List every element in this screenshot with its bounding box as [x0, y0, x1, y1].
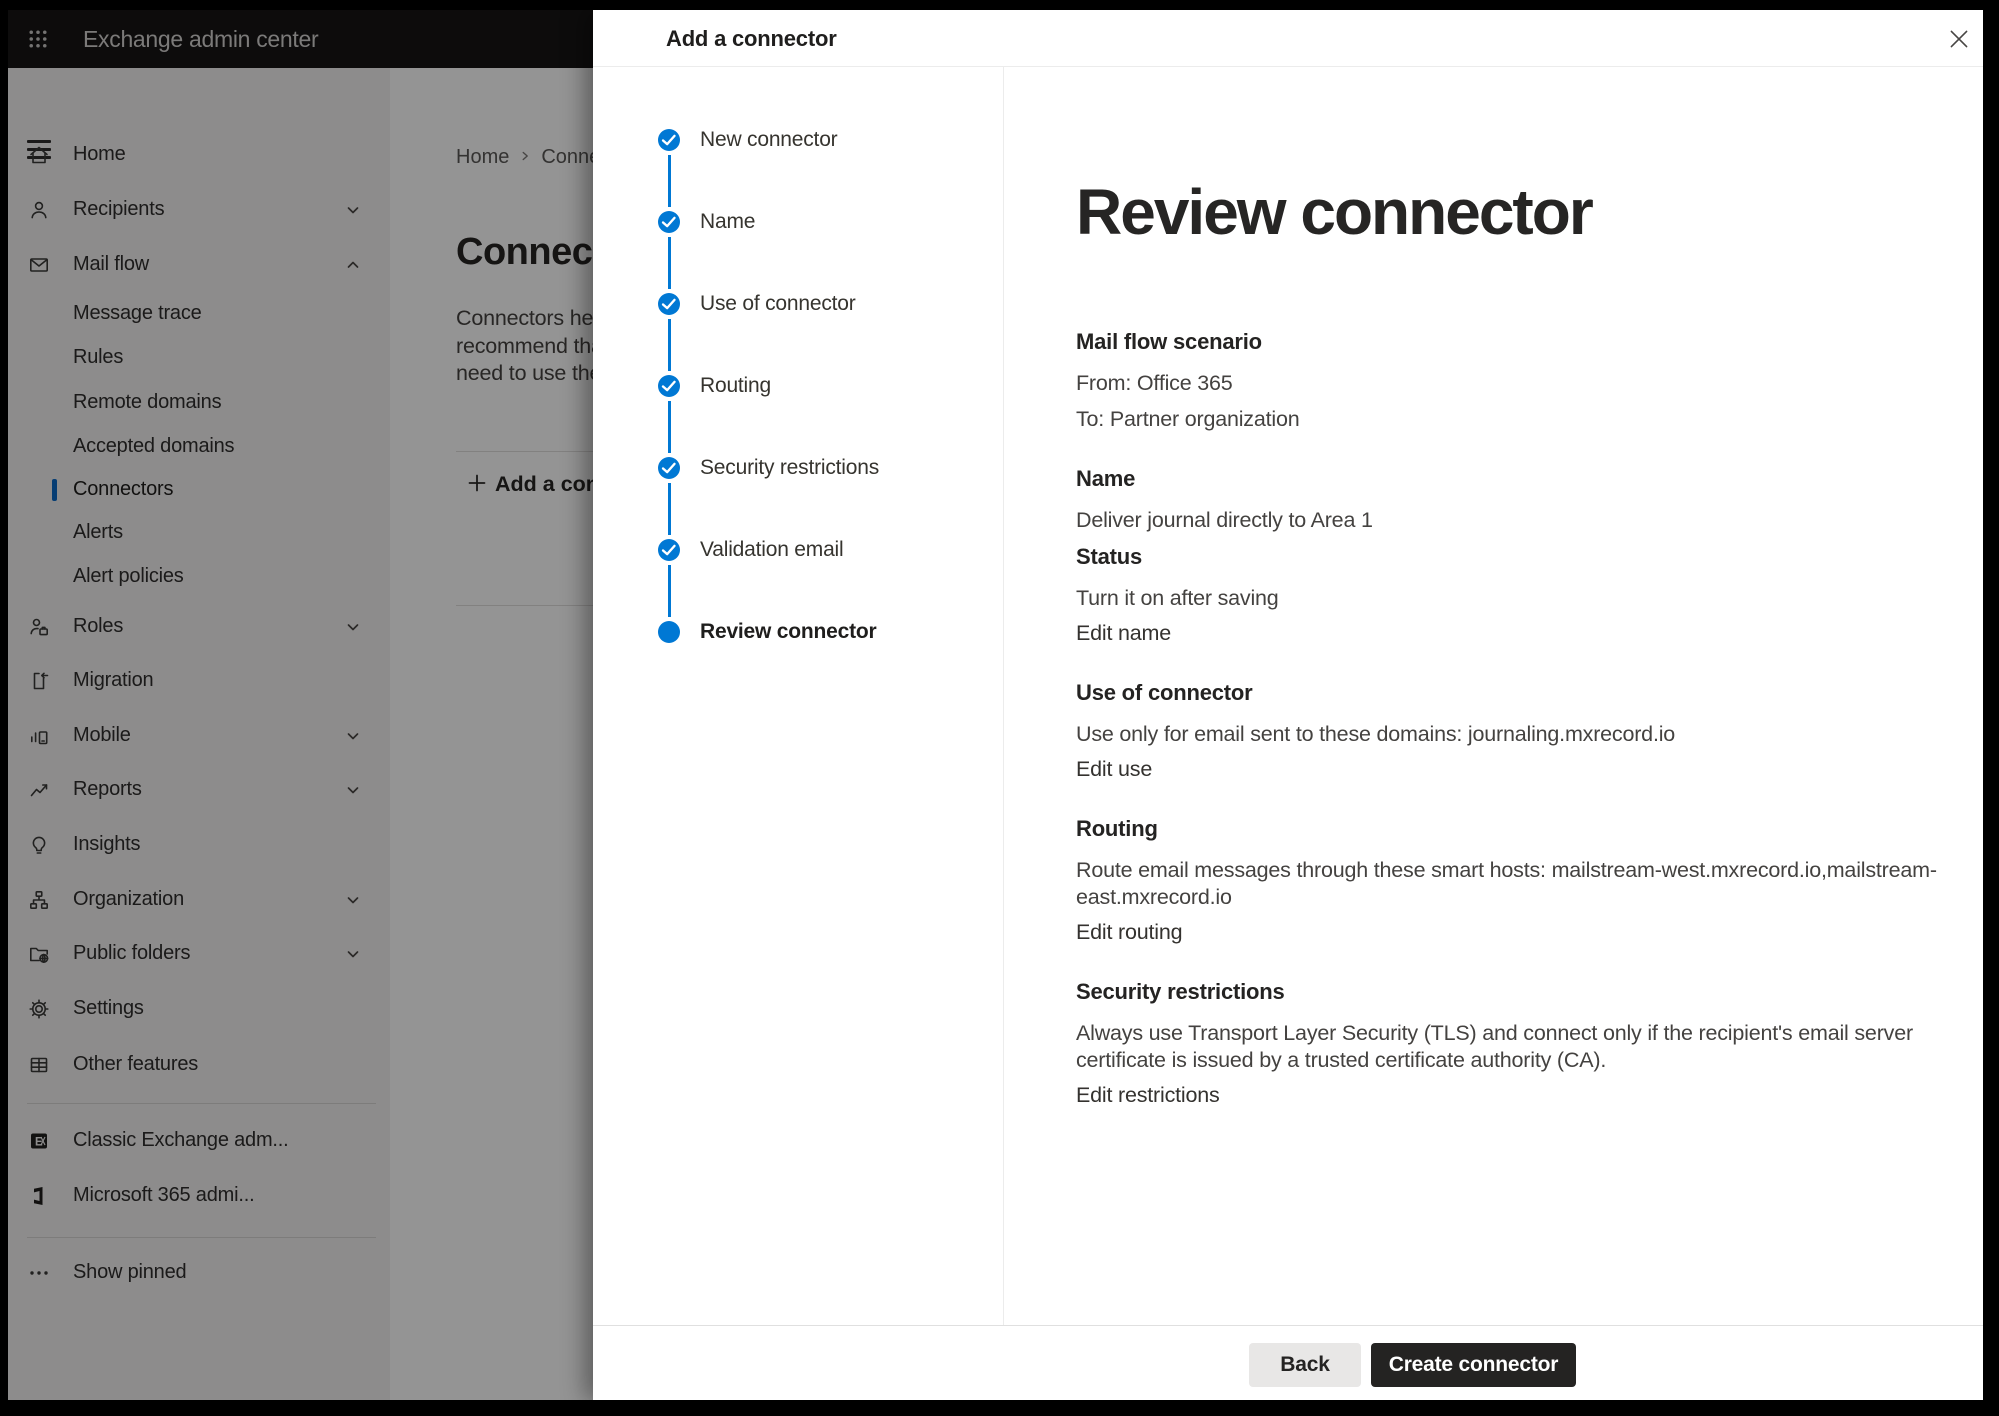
review-text: Route email messages through these smart… — [1076, 857, 1941, 911]
step-check-icon — [658, 293, 680, 315]
add-connector-dialog: Add a connector New connector Name Use of … — [593, 10, 1983, 1400]
create-connector-button[interactable]: Create connector — [1371, 1343, 1576, 1387]
back-button[interactable]: Back — [1249, 1343, 1361, 1387]
review-text: Always use Transport Layer Security (TLS… — [1076, 1020, 1941, 1074]
review-section-heading: Name — [1076, 465, 1941, 492]
review-pane: Review connector Mail flow scenario From:… — [1004, 67, 1983, 1325]
dialog-title: Add a connector — [666, 10, 837, 67]
step-label-routing: Routing — [700, 373, 771, 399]
step-check-icon — [658, 457, 680, 479]
review-section-heading: Use of connector — [1076, 679, 1941, 706]
step-check-icon — [658, 539, 680, 561]
review-text: From: Office 365 — [1076, 370, 1941, 397]
review-text: To: Partner organization — [1076, 406, 1941, 433]
review-section-heading: Security restrictions — [1076, 978, 1941, 1005]
review-text: Deliver journal directly to Area 1 — [1076, 507, 1941, 534]
step-connector-line — [668, 483, 671, 535]
step-connector-line — [668, 155, 671, 207]
edit-use-link[interactable]: Edit use — [1076, 756, 1152, 783]
step-check-icon — [658, 211, 680, 233]
modal-dim-overlay — [8, 10, 593, 1400]
edit-routing-link[interactable]: Edit routing — [1076, 919, 1182, 946]
close-icon[interactable] — [1945, 25, 1973, 53]
step-current-dot-icon — [658, 621, 680, 643]
wizard-steps-nav: New connector Name Use of connector Routing… — [593, 67, 1004, 1325]
step-label-validation-email: Validation email — [700, 537, 844, 563]
step-connector-line — [668, 237, 671, 289]
dialog-header: Add a connector — [593, 10, 1983, 67]
screenshot-frame: Exchange admin center HomeRecipientsMail… — [0, 0, 1999, 1416]
step-connector-line — [668, 401, 671, 453]
edit-name-link[interactable]: Edit name — [1076, 620, 1171, 647]
step-label-name: Name — [700, 209, 755, 235]
step-label-new-connector: New connector — [700, 127, 837, 153]
review-heading: Review connector — [1076, 182, 1983, 242]
review-section-heading: Routing — [1076, 815, 1941, 842]
dialog-footer: Back Create connector — [593, 1325, 1983, 1400]
review-text: Turn it on after saving — [1076, 585, 1941, 612]
edit-restrictions-link[interactable]: Edit restrictions — [1076, 1082, 1220, 1109]
step-check-icon — [658, 129, 680, 151]
step-label-security-restrictions: Security restrictions — [700, 455, 879, 481]
step-label-use-of-connector: Use of connector — [700, 291, 856, 317]
app-window: Exchange admin center HomeRecipientsMail… — [8, 10, 1983, 1400]
review-section-heading: Mail flow scenario — [1076, 328, 1941, 355]
review-text: Use only for email sent to these domains… — [1076, 721, 1941, 748]
step-connector-line — [668, 319, 671, 371]
review-section-heading: Status — [1076, 543, 1941, 570]
step-check-icon — [658, 375, 680, 397]
step-connector-line — [668, 565, 671, 617]
step-label-review-connector: Review connector — [700, 619, 877, 645]
